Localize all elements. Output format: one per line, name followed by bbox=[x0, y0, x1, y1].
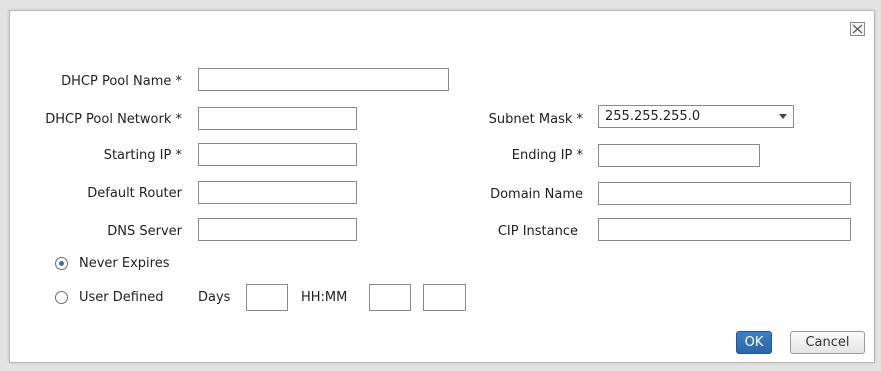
hours-input[interactable] bbox=[369, 284, 411, 311]
cip-instance-label: CIP Instance bbox=[497, 224, 578, 239]
chevron-down-icon bbox=[779, 114, 787, 119]
ending-ip-input[interactable] bbox=[598, 144, 760, 167]
close-icon[interactable] bbox=[850, 22, 865, 36]
never-expires-label: Never Expires bbox=[79, 256, 170, 271]
hhmm-label: HH:MM bbox=[301, 290, 348, 305]
never-expires-radio[interactable] bbox=[55, 257, 68, 270]
user-defined-radio[interactable] bbox=[55, 291, 68, 304]
subnet-mask-label: Subnet Mask * bbox=[488, 112, 583, 127]
starting-ip-label: Starting IP * bbox=[103, 148, 182, 163]
subnet-mask-select[interactable]: 255.255.255.0 bbox=[598, 105, 794, 128]
domain-name-input[interactable] bbox=[598, 182, 851, 205]
minutes-input[interactable] bbox=[423, 284, 466, 311]
default-router-label: Default Router bbox=[87, 186, 182, 201]
cancel-button[interactable]: Cancel bbox=[790, 331, 865, 354]
pool-network-input[interactable] bbox=[198, 107, 357, 130]
dhcp-pool-dialog: DHCP Pool Name * DHCP Pool Network * Sub… bbox=[9, 10, 875, 363]
dns-server-input[interactable] bbox=[198, 218, 357, 241]
default-router-input[interactable] bbox=[198, 181, 357, 204]
days-input[interactable] bbox=[246, 284, 288, 311]
pool-network-label: DHCP Pool Network * bbox=[45, 112, 182, 127]
user-defined-label: User Defined bbox=[79, 290, 164, 305]
cip-instance-input[interactable] bbox=[598, 218, 851, 241]
ending-ip-label: Ending IP * bbox=[511, 148, 583, 163]
dns-server-label: DNS Server bbox=[107, 224, 182, 239]
pool-name-label: DHCP Pool Name * bbox=[61, 74, 182, 89]
pool-name-input[interactable] bbox=[198, 68, 449, 91]
domain-name-label: Domain Name bbox=[490, 187, 583, 202]
ok-button[interactable]: OK bbox=[736, 331, 772, 354]
starting-ip-input[interactable] bbox=[198, 143, 357, 166]
days-label: Days bbox=[198, 290, 231, 305]
subnet-mask-value: 255.255.255.0 bbox=[605, 109, 701, 124]
